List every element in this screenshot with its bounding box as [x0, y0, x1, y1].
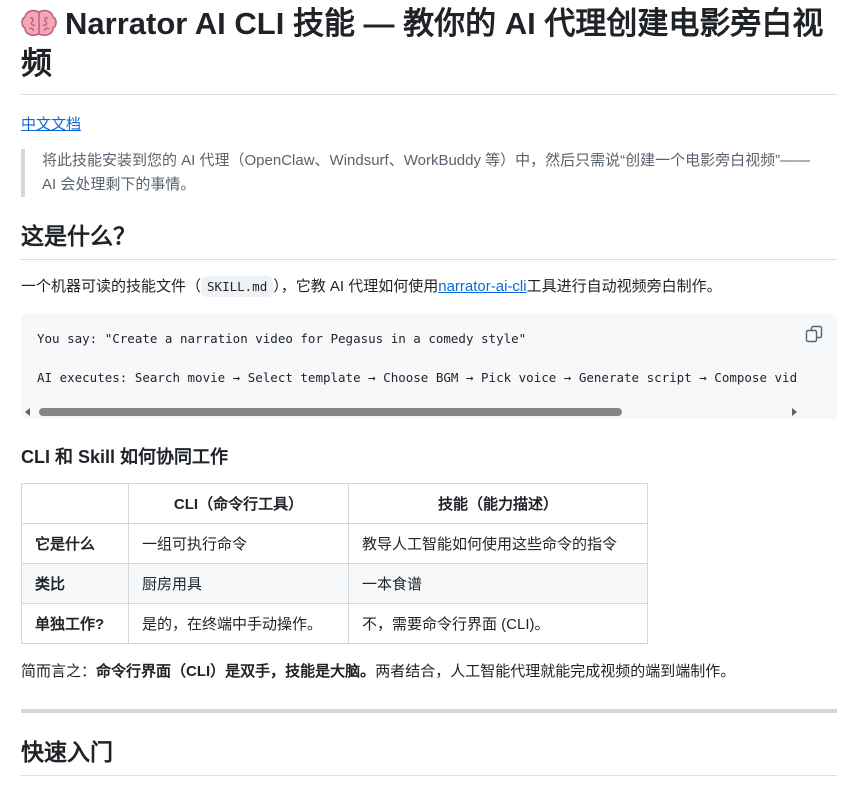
readme-content: Narrator AI CLI 技能 — 教你的 AI 代理创建电影旁白视频 中…: [21, 0, 837, 776]
scroll-right-arrow-icon[interactable]: [792, 408, 797, 416]
what-is-it-text-2: ），它教 AI 代理如何使用: [273, 278, 439, 295]
table-row: 它是什么 一组可执行命令 教导人工智能如何使用这些命令的指令: [21, 523, 648, 564]
skill-md-code: SKILL.md: [201, 276, 274, 297]
what-is-it-text-1: 一个机器可读的技能文件（: [21, 278, 202, 295]
table-row: 单独工作? 是的，在终端中手动操作。 不，需要命令行界面 (CLI)。: [21, 603, 648, 644]
section-divider: [21, 709, 837, 713]
scrollbar-thumb[interactable]: [39, 408, 622, 416]
scroll-left-arrow-icon[interactable]: [25, 408, 30, 416]
what-is-it-text-3: 工具进行自动视频旁白制作。: [526, 278, 722, 295]
cli-skill-heading: CLI 和 Skill 如何协同工作: [21, 447, 229, 467]
summary-bold: 命令行界面（CLI）是双手，技能是大脑。: [96, 663, 376, 680]
table-cell: 一本食谱: [348, 563, 648, 604]
code-line-1: You say: "Create a narration video for P…: [37, 331, 527, 346]
table-cell: 厨房用具: [128, 563, 349, 604]
copy-icon[interactable]: [805, 325, 823, 343]
table-row: 类比 厨房用具 一本食谱: [21, 563, 648, 604]
code-block: You say: "Create a narration video for P…: [21, 313, 837, 419]
page-title-text: Narrator AI CLI 技能 — 教你的 AI 代理创建电影旁白视频: [21, 6, 824, 81]
table-header-cell: [21, 483, 129, 524]
table-header-cell: 技能（能力描述）: [348, 483, 648, 524]
code-line-2: AI executes: Search movie → Select templ…: [37, 370, 797, 385]
code-horizontal-scrollbar[interactable]: [21, 405, 801, 419]
cli-skill-table: CLI（命令行工具） 技能（能力描述） 它是什么 一组可执行命令 教导人工智能如…: [21, 483, 648, 644]
intro-quote: 将此技能安装到您的 AI 代理（OpenClaw、Windsurf、WorkBu…: [21, 149, 822, 197]
table-row-header: 类比: [21, 563, 129, 604]
table-cell: 不，需要命令行界面 (CLI)。: [348, 603, 648, 644]
table-cell: 一组可执行命令: [128, 523, 349, 564]
table-header-row: CLI（命令行工具） 技能（能力描述）: [21, 483, 648, 524]
chinese-docs-link[interactable]: 中文文档: [21, 113, 81, 134]
table-header-cell: CLI（命令行工具）: [128, 483, 349, 524]
code-block-content: You say: "Create a narration video for P…: [37, 329, 797, 388]
what-is-it-paragraph: 一个机器可读的技能文件（ SKILL.md ），它教 AI 代理如何使用narrat…: [21, 275, 837, 299]
what-is-it-heading: 这是什么？: [21, 221, 837, 260]
narrator-ai-cli-link[interactable]: narrator-ai-cli: [438, 278, 526, 295]
table-row-header: 单独工作?: [21, 603, 129, 644]
table-cell: 教导人工智能如何使用这些命令的指令: [348, 523, 648, 564]
page-title: Narrator AI CLI 技能 — 教你的 AI 代理创建电影旁白视频: [21, 4, 837, 95]
summary-suffix: 两者结合，人工智能代理就能完成视频的端到端制作。: [375, 663, 736, 680]
quick-start-heading: 快速入门: [21, 737, 837, 776]
table-row-header: 它是什么: [21, 523, 129, 564]
table-cell: 是的，在终端中手动操作。: [128, 603, 349, 644]
brain-icon: [21, 9, 57, 36]
summary-prefix: 简而言之：: [21, 663, 97, 680]
summary-paragraph: 简而言之：命令行界面（CLI）是双手，技能是大脑。两者结合，人工智能代理就能完成…: [21, 660, 837, 684]
